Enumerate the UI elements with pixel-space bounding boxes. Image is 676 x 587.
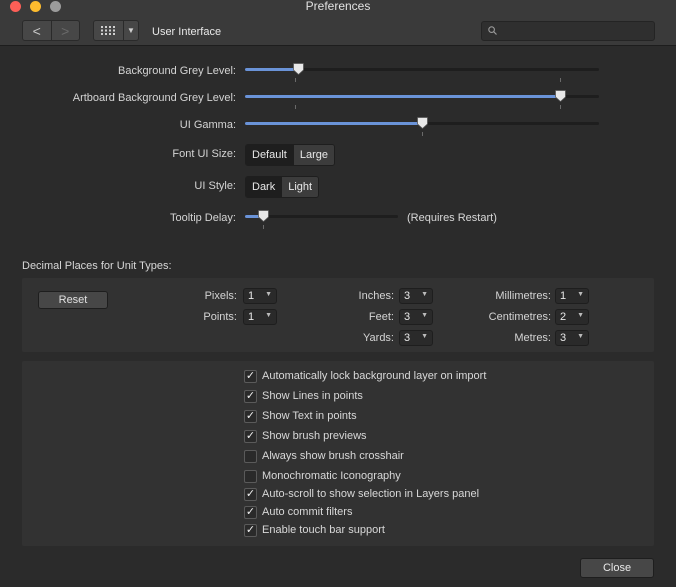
font-size-default-option[interactable]: Default — [246, 145, 293, 165]
chevron-right-icon: > — [61, 22, 70, 39]
option-show-lines-in-points[interactable]: ✓ Show Lines in points — [244, 388, 363, 404]
search-icon — [488, 26, 497, 35]
metres-select[interactable]: 3 ▼ — [555, 330, 589, 346]
option-show-brush-previews[interactable]: ✓ Show brush previews — [244, 428, 367, 444]
background-grey-level-slider[interactable] — [245, 63, 599, 82]
slider-thumb[interactable] — [555, 90, 566, 102]
option-brush-crosshair[interactable]: Always show brush crosshair — [244, 448, 404, 464]
title-bar: Preferences — [0, 0, 676, 14]
checkbox[interactable] — [244, 469, 257, 483]
reset-button[interactable]: Reset — [38, 291, 108, 309]
metres-label: Metres: — [514, 332, 551, 344]
checkmark-icon[interactable]: ✓ — [244, 409, 257, 423]
centimetres-select[interactable]: 2 ▼ — [555, 309, 589, 325]
background-grey-level-label: Background Grey Level: — [117, 65, 236, 77]
ui-gamma-slider[interactable] — [245, 117, 599, 136]
option-auto-commit-filters[interactable]: ✓ Auto commit filters — [244, 504, 352, 520]
grid-icon — [94, 21, 123, 40]
option-show-text-in-points[interactable]: ✓ Show Text in points — [244, 408, 357, 424]
millimetres-select[interactable]: 1 ▼ — [555, 288, 589, 304]
option-touch-bar-support[interactable]: ✓ Enable touch bar support — [244, 522, 385, 538]
ui-style-dark-option[interactable]: Dark — [246, 177, 282, 197]
chevron-down-icon: ▼ — [577, 291, 584, 298]
pixels-select[interactable]: 1 ▼ — [243, 288, 277, 304]
search-input[interactable] — [481, 21, 655, 41]
font-size-large-option[interactable]: Large — [292, 145, 334, 165]
back-button[interactable]: < — [23, 21, 51, 40]
checkmark-icon[interactable]: ✓ — [244, 429, 257, 443]
centimetres-label: Centimetres: — [488, 311, 551, 323]
chevron-down-icon: ▼ — [265, 291, 272, 298]
chevron-down-icon: ▼ — [421, 291, 428, 298]
points-select[interactable]: 1 ▼ — [243, 309, 277, 325]
points-label: Points: — [203, 311, 237, 323]
artboard-grey-level-label: Artboard Background Grey Level: — [72, 92, 236, 104]
checkbox[interactable] — [244, 449, 257, 463]
checkmark-icon[interactable]: ✓ — [244, 487, 257, 501]
chevron-down-icon: ▼ — [421, 312, 428, 319]
chevron-down-icon: ▼ — [577, 312, 584, 319]
pixels-label: Pixels: — [204, 290, 237, 302]
option-lock-background[interactable]: ✓ Automatically lock background layer on … — [244, 368, 486, 384]
slider-thumb[interactable] — [293, 63, 304, 75]
tooltip-delay-label: Tooltip Delay: — [169, 212, 236, 224]
ui-gamma-label: UI Gamma: — [179, 119, 236, 131]
ui-style-label: UI Style: — [194, 180, 236, 192]
chevron-left-icon: < — [32, 22, 41, 39]
requires-restart-note: (Requires Restart) — [407, 212, 497, 224]
yards-select[interactable]: 3 ▼ — [399, 330, 433, 346]
artboard-grey-level-slider[interactable] — [245, 90, 599, 109]
millimetres-label: Millimetres: — [495, 290, 551, 302]
chevron-down-icon[interactable]: ▼ — [123, 21, 138, 40]
inches-label: Inches: — [358, 290, 394, 302]
font-ui-size-control: Default Large — [245, 144, 335, 166]
window-title: Preferences — [305, 0, 371, 13]
chevron-down-icon: ▼ — [421, 333, 428, 340]
checkmark-icon[interactable]: ✓ — [244, 389, 257, 403]
chevron-down-icon: ▼ — [265, 312, 272, 319]
feet-label: Feet: — [368, 311, 394, 323]
close-button[interactable]: Close — [580, 558, 654, 578]
slider-thumb[interactable] — [417, 117, 428, 129]
inches-select[interactable]: 3 ▼ — [399, 288, 433, 304]
option-monochromatic-iconography[interactable]: Monochromatic Iconography — [244, 468, 401, 484]
section-title: User Interface — [152, 26, 222, 38]
chevron-down-icon: ▼ — [577, 333, 584, 340]
toolbar: < > ▼ User Interface — [0, 14, 676, 46]
font-ui-size-label: Font UI Size: — [172, 148, 236, 160]
forward-button[interactable]: > — [50, 21, 80, 40]
nav-button-group: < > — [22, 20, 80, 41]
ui-style-light-option[interactable]: Light — [281, 177, 319, 197]
ui-style-control: Dark Light — [245, 176, 320, 198]
show-all-button[interactable]: ▼ — [93, 20, 139, 41]
feet-select[interactable]: 3 ▼ — [399, 309, 433, 325]
slider-thumb[interactable] — [258, 210, 269, 222]
tooltip-delay-slider[interactable] — [245, 210, 398, 229]
option-auto-scroll-layers[interactable]: ✓ Auto-scroll to show selection in Layers… — [244, 486, 479, 502]
yards-label: Yards: — [363, 332, 394, 344]
checkmark-icon[interactable]: ✓ — [244, 369, 257, 383]
decimal-places-heading: Decimal Places for Unit Types: — [22, 260, 172, 272]
checkmark-icon[interactable]: ✓ — [244, 505, 257, 519]
checkmark-icon[interactable]: ✓ — [244, 523, 257, 537]
